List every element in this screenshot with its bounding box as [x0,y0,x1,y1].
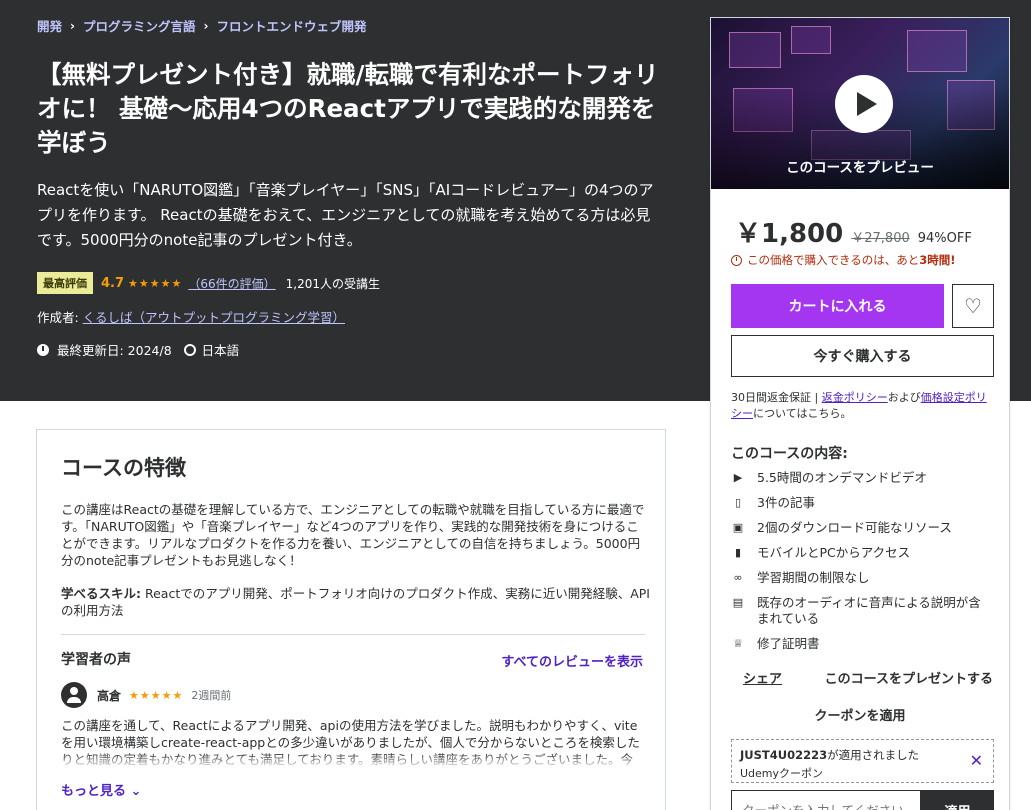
purchase-sidebar: このコースをプレビュー ￥1,800 ￥27,800 94%OFF この価格で購… [710,17,1010,810]
show-more-link[interactable]: もっと見る ⌄ [61,780,141,799]
list-item: ♕ 修了証明書 [731,636,993,652]
avatar-icon [61,682,87,708]
ratings-count-link[interactable]: （66件の評価） [188,275,275,292]
refund-policy-link[interactable]: 返金ポリシー [822,391,888,404]
skills-text: 学べるスキル: Reactでのアプリ開発、ポートフォリオ向けのプロダクト作成、実… [61,585,651,619]
download-folder-icon: ▣ [732,521,744,534]
globe-icon [183,343,196,356]
divider [61,634,645,635]
include-text: 修了証明書 [757,636,820,651]
video-icon: ▶ [733,471,743,484]
rating-row: 最高評価 4.7 ★★★★★ （66件の評価） 1,201人の受講生 [37,272,380,294]
list-item: ▯ 3件の記事 [731,495,993,511]
features-description: この講座はReactの基礎を理解している方で、エンジニアとしての転職や就職を目指… [61,502,645,568]
coupon-applied-line: JUST4U02223が適用されました [740,747,919,763]
list-item: ▶ 5.5時間のオンデマンドビデオ [731,470,993,486]
discount-percent: 94%OFF [917,231,972,246]
apply-coupon-button[interactable]: 適用 [921,790,994,810]
mobile-icon: ▮ [734,546,742,559]
infinity-icon: ∞ [733,571,743,584]
review-date: 2週間前 [191,689,232,702]
course-title: 【無料プレゼント付き】就職/転職で有利なポートフォリオに！ 基礎～応用4つのRe… [37,60,659,157]
breadcrumb-item-frontend[interactable]: フロントエンドウェブ開発 [216,16,366,35]
features-heading: コースの特徴 [61,456,186,480]
chevron-right-icon: › [70,18,75,33]
add-to-cart-button[interactable]: カートに入れる [731,284,944,328]
preview-label: このコースをプレビュー [786,160,934,176]
wishlist-heart-icon[interactable]: ♡ [952,284,994,328]
review-header: 高倉 ★★★★★ 2週間前 [61,682,231,708]
course-language: 日本語 [201,343,240,358]
course-subtitle: Reactを使い「NARUTO図鑑」「音楽プレイヤー」「SNS」「AIコードレビ… [37,181,654,249]
author-link[interactable]: くるしば（アウトプットプログラミング学習） [83,310,345,325]
breadcrumb: 開発 › プログラミング言語 › フロントエンドウェブ開発 [37,16,366,35]
guarantee-text: 30日間返金保証 | 返金ポリシーおよび価格設定ポリシーについてはこちら。 [731,390,996,422]
chevron-down-icon: ⌄ [130,784,142,799]
price-timer: この価格で購入できるのは、あと 3時間! [731,252,956,268]
review-star-icon: ★★★★★ [129,688,184,702]
remove-coupon-close-icon[interactable]: ✕ [970,751,983,770]
course-features-card: コースの特徴 この講座はReactの基礎を理解している方で、エンジニアとしての転… [36,429,666,810]
original-price: ￥27,800 [851,231,910,246]
show-more-label: もっと見る [61,784,127,799]
timer-prefix: この価格で購入できるのは、あと [747,253,920,267]
alarm-clock-icon [731,254,742,266]
gift-course-button[interactable]: このコースをプレゼントする [825,668,993,687]
guarantee-suffix: についてはこちら。 [753,407,852,420]
star-rating-icon: ★★★★★ [128,276,183,290]
breadcrumb-item-programming-languages[interactable]: プログラミング言語 [83,16,196,35]
play-icon[interactable] [835,75,893,133]
list-item: ∞ 学習期間の制限なし [731,570,993,586]
list-item: ▤ 既存のオーディオに音声による説明が含まれている [731,595,993,627]
last-updated: 最終更新日: 2024/8 [57,343,172,358]
coupon-input[interactable] [731,790,921,810]
info-alert-icon [37,343,49,356]
article-icon: ▯ [734,496,742,509]
include-text: 5.5時間のオンデマンドビデオ [757,470,927,485]
include-text: モバイルとPCからアクセス [757,545,911,560]
review-fade-overlay [61,753,645,769]
include-text: 3件の記事 [757,495,815,510]
course-preview-video[interactable]: このコースをプレビュー [711,18,1009,189]
buy-now-button[interactable]: 今すぐ購入する [731,335,994,377]
guarantee-and: および [887,391,921,404]
coupon-type: Udemyクーポン [740,767,824,780]
timer-value: 3時間! [919,253,956,267]
skills-label: 学べるスキル: [61,586,141,601]
guarantee-prefix: 30日間返金保証 | [731,391,822,404]
learner-voice-heading: 学習者の声 [61,652,131,668]
trophy-icon: ♕ [733,637,743,650]
apply-coupon-link[interactable]: クーポンを適用 [711,705,1009,724]
audio-description-icon: ▤ [732,596,744,609]
author-row: 作成者: くるしば（アウトプットプログラミング学習） [37,307,345,326]
price-row: ￥1,800 ￥27,800 94%OFF [735,213,972,250]
includes-list: ▶ 5.5時間のオンデマンドビデオ ▯ 3件の記事 ▣ 2個のダウンロード可能なリソー… [731,470,993,661]
applied-coupon-box: JUST4U02223が適用されました Udemyクーポン ✕ [731,739,994,783]
reviewer-name: 高倉 [97,688,122,703]
coupon-applied-text: が適用されました [827,748,920,762]
all-reviews-link[interactable]: すべてのレビューを表示 [501,651,643,670]
coupon-code: JUST4U02223 [740,748,828,762]
bestseller-badge: 最高評価 [37,272,93,294]
current-price: ￥1,800 [735,219,844,249]
include-text: 2個のダウンロード可能なリソース [757,520,952,535]
list-item: ▮ モバイルとPCからアクセス [731,545,993,561]
rating-value: 4.7 [101,275,125,291]
share-gift-row: シェア このコースをプレゼントする [731,668,993,687]
share-button[interactable]: シェア [743,668,782,687]
includes-heading: このコースの内容: [731,446,848,462]
breadcrumb-item-development[interactable]: 開発 [37,16,62,35]
meta-row: 最終更新日: 2024/8 日本語 [37,340,239,359]
list-item: ▣ 2個のダウンロード可能なリソース [731,520,993,536]
chevron-right-icon: › [203,18,209,33]
include-text: 学習期間の制限なし [757,570,870,585]
author-label: 作成者: [37,310,79,325]
student-count: 1,201人の受講生 [285,276,380,291]
include-text: 既存のオーディオに音声による説明が含まれている [757,595,981,626]
skills-list: Reactでのアプリ開発、ポートフォリオ向けのプロダクト作成、実務に近い開発経験… [61,586,650,618]
